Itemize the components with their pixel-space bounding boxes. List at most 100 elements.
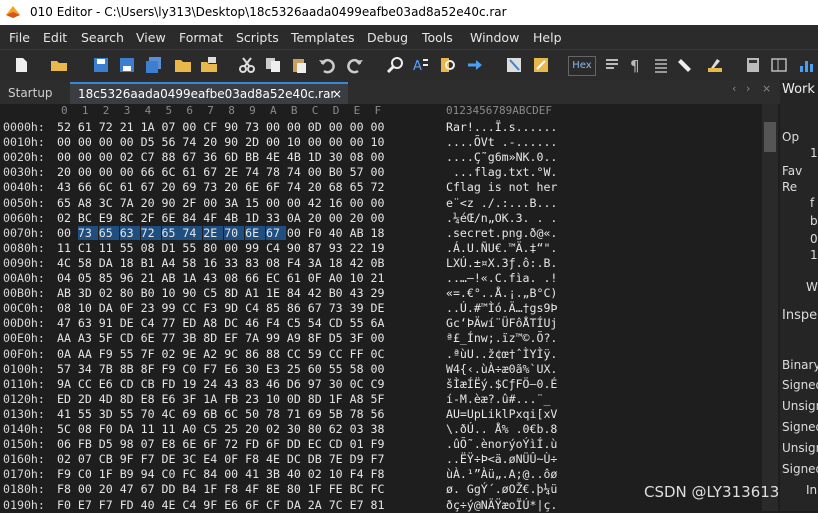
menu-file[interactable]: File <box>9 30 30 45</box>
hex-byte[interactable]: A0 <box>329 271 349 285</box>
hex-byte[interactable]: CD <box>329 316 349 330</box>
hex-byte[interactable]: CD <box>329 437 349 451</box>
hex-byte[interactable]: 00 <box>329 120 349 134</box>
hex-byte[interactable]: 02 <box>57 452 77 466</box>
hex-byte[interactable]: 08 <box>57 301 77 315</box>
hex-byte[interactable]: A8 <box>350 392 370 406</box>
hex-byte[interactable]: 30 <box>329 377 349 391</box>
hex-byte[interactable]: 55 <box>120 241 140 255</box>
hex-byte[interactable]: 58 <box>182 256 202 270</box>
hex-byte[interactable]: CF <box>203 120 223 134</box>
hex-byte[interactable]: 1A <box>203 392 223 406</box>
hex-byte[interactable]: 9F <box>120 452 140 466</box>
hex-byte[interactable]: 00 <box>182 120 202 134</box>
hex-byte[interactable]: 25 <box>287 362 307 376</box>
hex-row[interactable]: 00B0h: AB 3D 02 80 B0 10 90 C5 8D A1 1E 84 42 B0 43 29 «=… <box>0 286 780 301</box>
hex-byte[interactable]: F4 <box>266 316 286 330</box>
hex-byte[interactable]: A4 <box>162 256 182 270</box>
compare-icon[interactable] <box>532 56 550 74</box>
hex-byte[interactable]: 99 <box>266 331 286 345</box>
hex-byte[interactable]: 0B <box>371 256 391 270</box>
hex-byte[interactable]: 6D <box>224 150 244 164</box>
hex-byte[interactable]: 65 <box>350 180 370 194</box>
hex-byte[interactable]: E9 <box>99 211 119 225</box>
hex-byte[interactable]: 00 <box>99 135 119 149</box>
hex-byte[interactable]: 02 <box>162 347 182 361</box>
hex-byte[interactable]: DE <box>162 452 182 466</box>
hex-byte[interactable]: B0 <box>329 165 349 179</box>
hex-byte[interactable]: 20 <box>224 180 244 194</box>
hex-byte[interactable]: 2F <box>182 196 202 210</box>
ascii-text[interactable]: Cflag is not her <box>446 180 557 194</box>
hex-byte[interactable]: 24 <box>203 377 223 391</box>
hex-byte[interactable]: ED <box>182 316 202 330</box>
hex-byte[interactable]: 86 <box>245 347 265 361</box>
hex-byte[interactable]: E8 <box>141 392 161 406</box>
hex-byte[interactable]: 3F <box>182 392 202 406</box>
scrollbar-thumb[interactable] <box>764 122 776 152</box>
save-as-icon[interactable] <box>118 56 136 74</box>
hex-byte[interactable]: 00 <box>371 165 391 179</box>
hex-byte[interactable]: 11 <box>141 422 161 436</box>
hex-byte[interactable]: BB <box>245 150 265 164</box>
hex-byte[interactable]: E6 <box>224 362 244 376</box>
hex-byte[interactable]: 00 <box>78 135 98 149</box>
hex-byte[interactable]: 10 <box>287 135 307 149</box>
hex-byte[interactable]: 4D <box>99 392 119 406</box>
hex-byte[interactable]: 19 <box>371 241 391 255</box>
hex-byte[interactable]: 86 <box>287 301 307 315</box>
list-icon[interactable] <box>652 56 670 74</box>
hex-byte[interactable]: D5 <box>329 331 349 345</box>
menu-help[interactable]: Help <box>533 30 562 45</box>
hex-byte[interactable]: 25 <box>224 422 244 436</box>
hex-byte[interactable]: 6B <box>203 407 223 421</box>
hex-byte[interactable]: 1F <box>329 392 349 406</box>
hex-byte[interactable]: 9D <box>224 301 244 315</box>
menu-edit[interactable]: Edit <box>43 30 67 45</box>
hex-byte[interactable]: 07 <box>162 120 182 134</box>
hex-byte[interactable]: 57 <box>350 165 370 179</box>
hex-byte[interactable]: 50 <box>245 407 265 421</box>
hex-byte[interactable]: 33 <box>266 211 286 225</box>
hex-byte[interactable]: 57 <box>57 362 77 376</box>
hex-byte[interactable]: 77 <box>162 331 182 345</box>
hex-byte[interactable]: FE <box>329 482 349 496</box>
hex-byte[interactable]: 9F <box>203 498 223 512</box>
hex-byte[interactable]: C9 <box>371 377 391 391</box>
ascii-text[interactable]: W4{‹.ùÀ÷æ0ã%`UX. <box>446 362 557 376</box>
hex-byte[interactable]: 96 <box>120 271 140 285</box>
hex-byte[interactable]: 0C <box>350 377 370 391</box>
hex-row[interactable]: 0110h: 9A CC E6 CD CB FD 19 24 43 83 46 D6 97 30 0C C9 šÌ… <box>0 377 780 392</box>
hex-byte[interactable]: 00 <box>371 120 391 134</box>
hex-byte[interactable]: CD <box>120 377 140 391</box>
hex-byte[interactable]: 4C <box>162 407 182 421</box>
hex-byte[interactable]: 22 <box>350 241 370 255</box>
hex-byte[interactable]: 70 <box>224 225 245 240</box>
hex-byte[interactable]: CB <box>141 377 161 391</box>
hex-byte[interactable]: 67 <box>141 482 161 496</box>
hex-byte[interactable]: C5 <box>203 286 223 300</box>
hex-byte[interactable]: DE <box>120 316 140 330</box>
hex-byte[interactable]: 71 <box>287 407 307 421</box>
hex-byte[interactable]: 23 <box>245 392 265 406</box>
marker-icon[interactable] <box>706 56 724 74</box>
hex-byte[interactable]: DA <box>287 498 307 512</box>
hex-byte[interactable]: 04 <box>57 271 77 285</box>
ascii-text[interactable]: ..Ú.#™Ìó.Ä…†gs9Þ <box>446 301 557 315</box>
panel-item[interactable]: W <box>806 280 818 294</box>
menu-templates[interactable]: Templates <box>291 30 355 45</box>
hex-byte[interactable]: 2A <box>308 498 328 512</box>
hex-byte[interactable]: 78 <box>350 407 370 421</box>
hex-row[interactable]: 00A0h: 04 05 85 96 21 AB 1A 43 08 66 EC 61 0F A0 10 21..… <box>0 271 780 286</box>
hex-byte[interactable]: FB <box>78 437 98 451</box>
hex-byte[interactable]: 8D <box>224 286 244 300</box>
hex-byte[interactable]: 80 <box>308 422 328 436</box>
hex-byte[interactable]: F7 <box>99 498 119 512</box>
hex-byte[interactable]: 0F <box>224 452 244 466</box>
hex-byte[interactable]: 59 <box>308 347 328 361</box>
hex-row[interactable]: 0100h: 57 34 7B 8B 8F F9 C0 F7 E6 30 E3 25 60 55 58 00 W4… <box>0 362 780 377</box>
hex-byte[interactable]: B0 <box>141 286 161 300</box>
hex-byte[interactable]: 11 <box>162 422 182 436</box>
hex-byte[interactable]: 4F <box>245 482 265 496</box>
hex-byte[interactable]: CC <box>78 377 98 391</box>
